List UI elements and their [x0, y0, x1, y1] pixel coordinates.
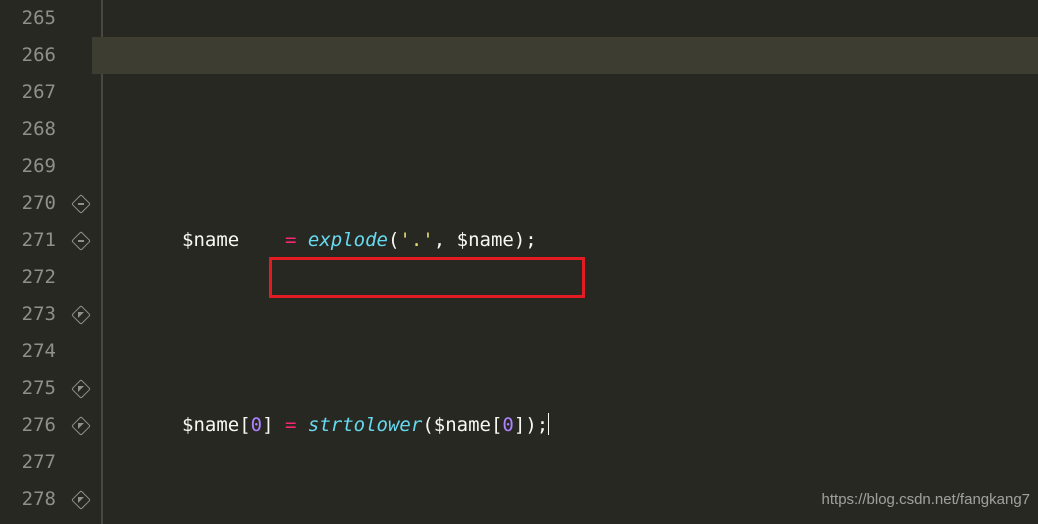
fold-close-icon[interactable]: [71, 305, 91, 325]
line-number: 275: [0, 370, 56, 407]
code-line[interactable]: $name = explode('.', $name);: [92, 222, 1038, 259]
code-area[interactable]: $name = explode('.', $name); $name[0] = …: [92, 0, 1038, 524]
fold-open-icon[interactable]: [71, 231, 91, 251]
line-number: 278: [0, 481, 56, 518]
token-operator: =: [285, 229, 296, 251]
line-number: 266: [0, 37, 56, 74]
token-operator: =: [285, 414, 296, 436]
fold-close-icon[interactable]: [71, 490, 91, 510]
token-punct: ): [514, 229, 525, 251]
line-number: 272: [0, 259, 56, 296]
line-number: 269: [0, 148, 56, 185]
line-number: 265: [0, 0, 56, 37]
line-number: 274: [0, 333, 56, 370]
token-punct: ]: [262, 414, 273, 436]
highlight-box: [269, 257, 585, 298]
margin-guide: [101, 0, 103, 524]
token-variable: $name: [182, 229, 239, 251]
line-number: 271: [0, 222, 56, 259]
line-number: 276: [0, 407, 56, 444]
fold-close-icon[interactable]: [71, 416, 91, 436]
watermark-text: https://blog.csdn.net/fangkang7: [822, 481, 1030, 518]
text-cursor: [548, 413, 549, 435]
line-number: 267: [0, 74, 56, 111]
token-variable: $name: [457, 229, 514, 251]
token-punct: ;: [525, 229, 536, 251]
token-punct: [: [491, 414, 502, 436]
code-line[interactable]: $name[0] = strtolower($name[0]);: [92, 407, 1038, 444]
token-number: 0: [502, 414, 513, 436]
fold-close-icon[interactable]: [71, 379, 91, 399]
fold-open-icon[interactable]: [71, 194, 91, 214]
token-punct: ): [525, 414, 536, 436]
line-number: 277: [0, 444, 56, 481]
line-number-gutter: 265 266 267 268 269 270 271 272 273 274 …: [0, 0, 72, 524]
token-punct: (: [422, 414, 433, 436]
token-number: 0: [251, 414, 262, 436]
token-punct: ,: [434, 229, 457, 251]
token-punct: [: [239, 414, 250, 436]
token-string: '.': [399, 229, 433, 251]
token-punct: ;: [537, 414, 548, 436]
current-line-highlight: [92, 37, 1038, 74]
line-number: 273: [0, 296, 56, 333]
token-punct: (: [388, 229, 399, 251]
token-function: strtolower: [308, 414, 422, 436]
token-variable: $name: [182, 414, 239, 436]
fold-column: [72, 0, 92, 524]
token-punct: ]: [514, 414, 525, 436]
line-number: 270: [0, 185, 56, 222]
line-number: 268: [0, 111, 56, 148]
token-function: explode: [308, 229, 388, 251]
code-editor: 265 266 267 268 269 270 271 272 273 274 …: [0, 0, 1038, 524]
token-variable: $name: [434, 414, 491, 436]
